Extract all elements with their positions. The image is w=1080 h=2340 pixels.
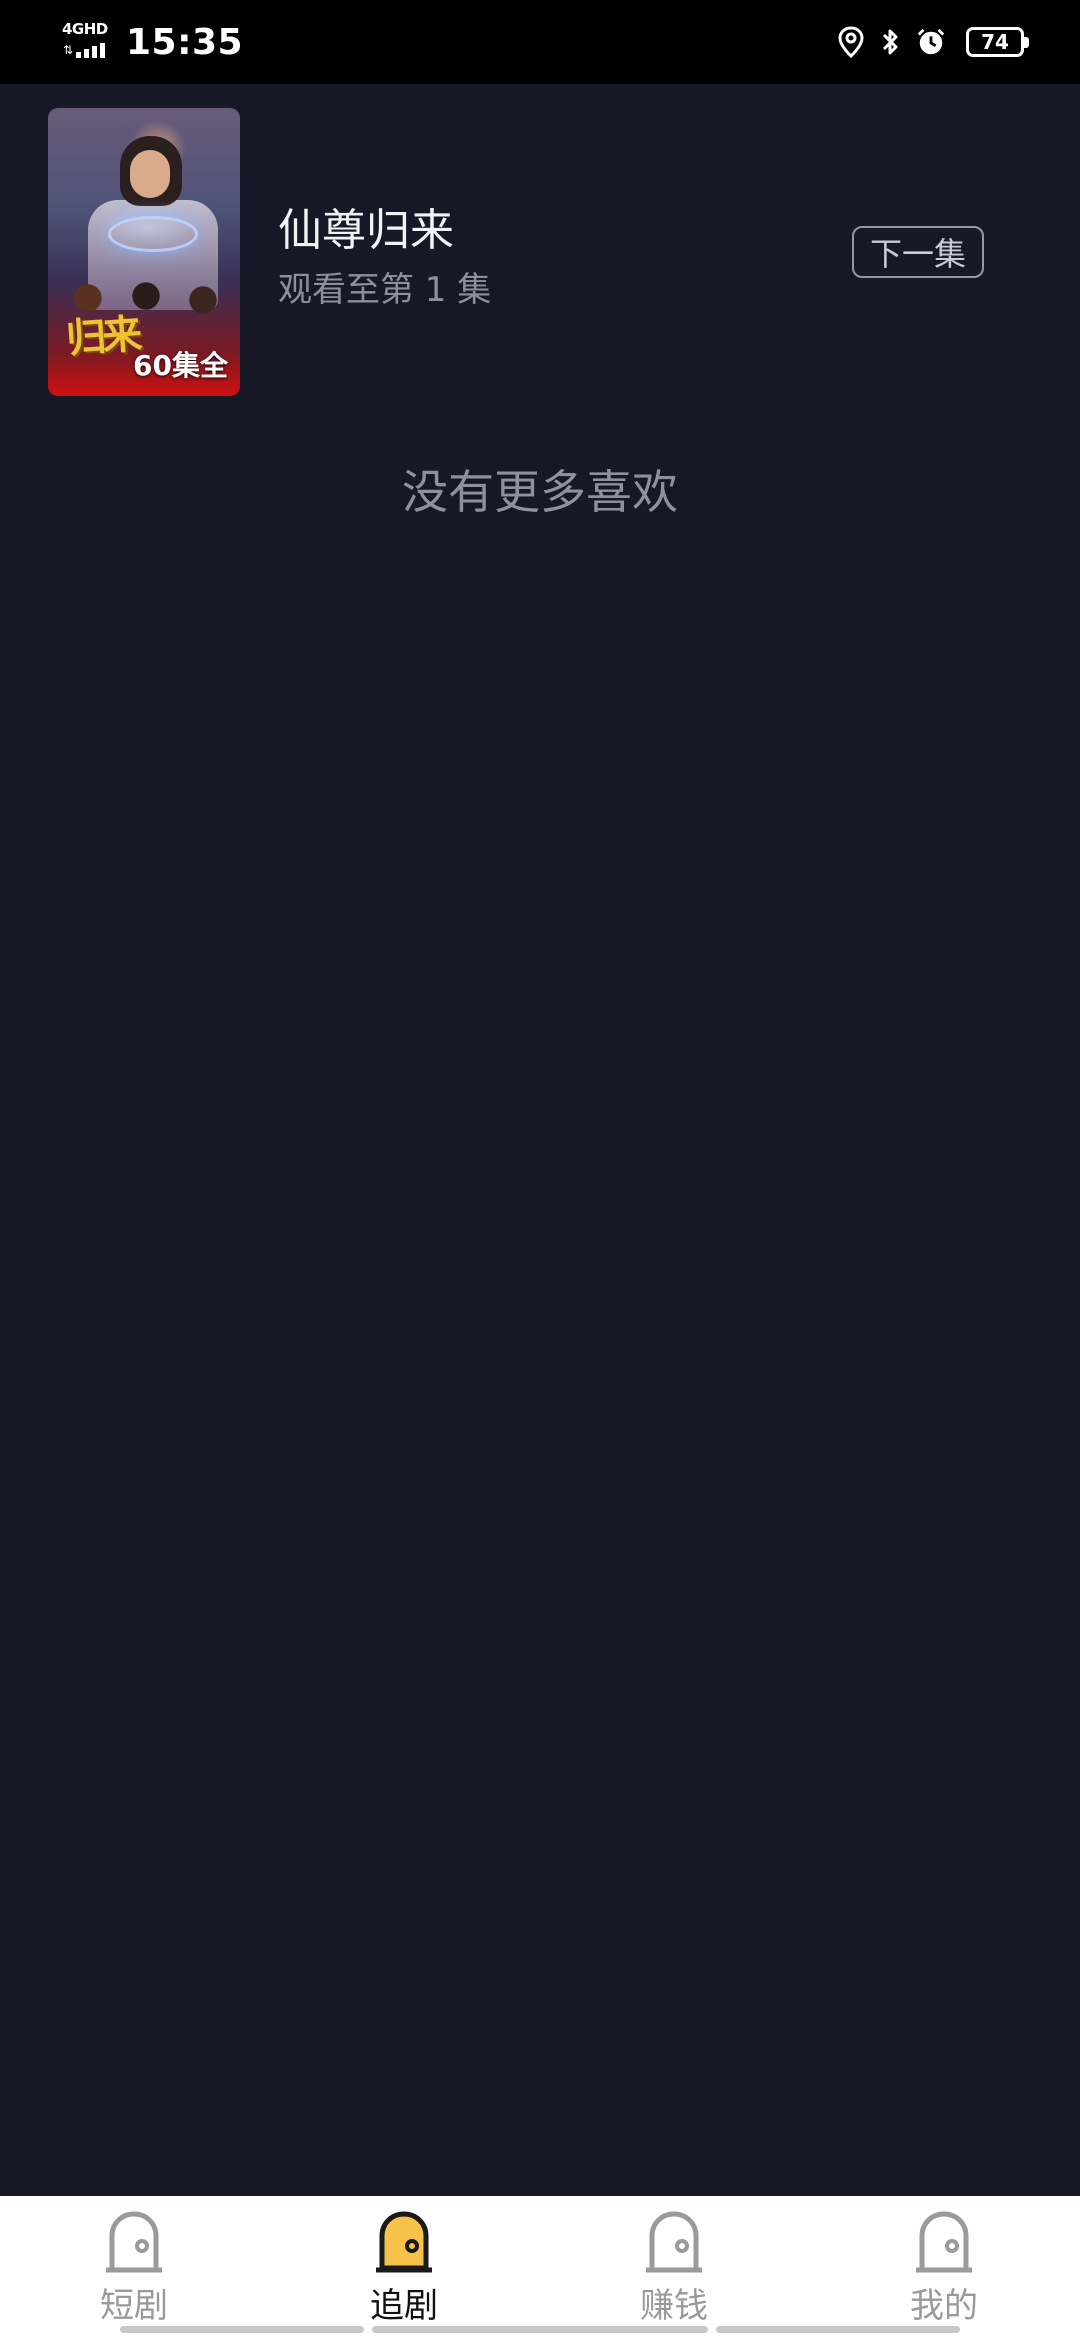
door-icon [916,2211,972,2273]
nav-label: 追剧 [370,2286,438,2326]
battery-icon: 74 [966,27,1029,57]
show-poster[interactable]: 归来 60集全 [48,108,240,396]
nav-item-short-drama[interactable]: 短剧 [44,2210,224,2330]
location-icon [836,26,866,58]
show-title[interactable]: 仙尊归来 [278,194,454,258]
door-icon [646,2211,702,2273]
status-bar: 4GHD ⇅ 15:35 74 [0,0,1080,84]
app-root: 4GHD ⇅ 15:35 74 归来 60集全 仙尊归来 观看至第 1 集 下一… [0,0,1080,2340]
status-right: 74 [836,22,1029,62]
poster-art-face [130,150,170,198]
empty-message: 没有更多喜欢 [402,465,678,519]
status-time: 15:35 [126,21,244,63]
nav-item-earn[interactable]: 赚钱 [584,2210,764,2330]
nav-item-following[interactable]: 追剧 [314,2210,494,2330]
show-card[interactable]: 归来 60集全 仙尊归来 观看至第 1 集 下一集 [48,108,1032,398]
data-arrows-icon: ⇅ [63,43,74,57]
door-active-icon [376,2211,432,2273]
nav-label: 我的 [910,2286,978,2326]
status-left: 4GHD ⇅ 15:35 [62,18,243,66]
episode-count-badge: 60集全 [133,349,228,382]
home-indicator[interactable] [0,2326,1080,2334]
bluetooth-icon [876,26,906,58]
nav-label: 短剧 [100,2286,168,2326]
network-type: 4GHD [62,20,108,38]
nav-label: 赚钱 [640,2286,708,2326]
signal-bars-icon [76,42,105,58]
nav-item-mine[interactable]: 我的 [854,2210,1034,2330]
door-icon [106,2211,162,2273]
home-indicator-segment [120,2326,364,2333]
watch-progress: 观看至第 1 集 [278,270,492,310]
alarm-icon [916,26,946,58]
signal-indicator: 4GHD ⇅ [62,20,114,62]
battery-level: 74 [981,30,1009,54]
bottom-nav: 短剧 追剧 赚钱 我的 [0,2196,1080,2340]
next-episode-button[interactable]: 下一集 [852,226,984,278]
poster-art-lightning [108,216,198,252]
poster-logo: 归来 [64,311,140,363]
home-indicator-segment [716,2326,960,2333]
home-indicator-segment [372,2326,708,2333]
